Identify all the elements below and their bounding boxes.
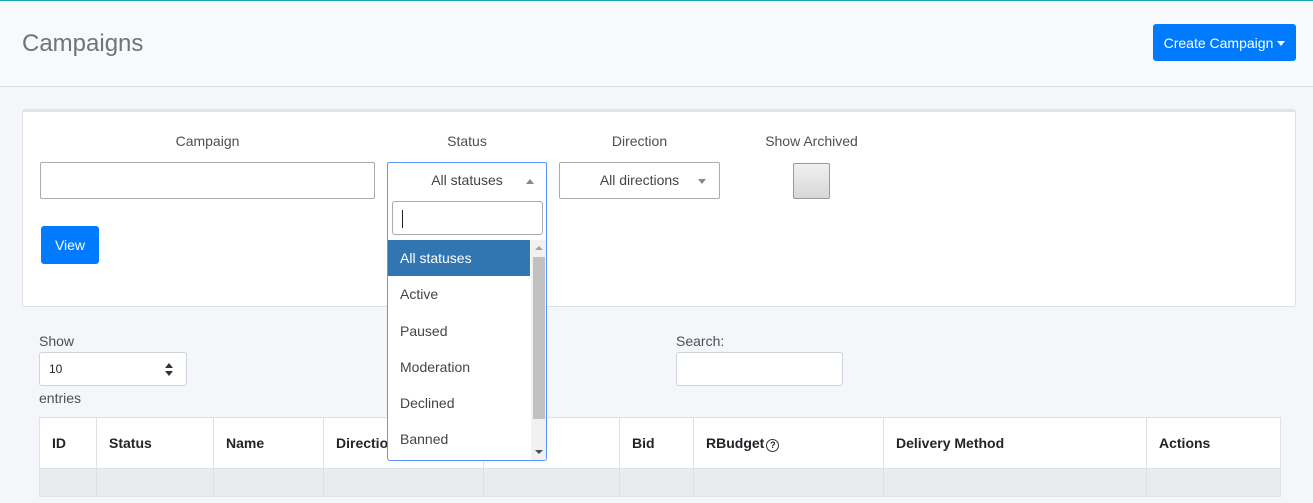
entries-value: 10 [49, 362, 63, 376]
page-header: Campaigns Create Campaign [0, 1, 1313, 87]
show-archived-label: Show Archived [765, 133, 858, 149]
search-label: Search: [676, 333, 725, 349]
create-campaign-button[interactable]: Create Campaign [1153, 24, 1296, 61]
show-archived-checkbox[interactable] [793, 163, 830, 199]
table-cell [619, 468, 694, 497]
status-options-list: All statuses Active Paused Moderation De… [388, 240, 530, 458]
table-cell [213, 468, 324, 497]
direction-selected-value: All directions [599, 172, 680, 188]
create-campaign-label: Create Campaign [1163, 34, 1274, 51]
table-cell [1146, 468, 1281, 497]
status-dropdown: All statuses Active Paused Moderation De… [387, 197, 547, 461]
direction-select[interactable]: All directions [559, 162, 720, 199]
table-row [39, 468, 1281, 497]
status-option[interactable]: Banned [388, 421, 530, 457]
select-arrows-icon [164, 363, 174, 377]
column-header-status[interactable]: Status [96, 417, 214, 469]
table-cell [39, 468, 97, 497]
column-header-id[interactable]: ID [39, 417, 97, 469]
entries-length-select[interactable]: 10 [39, 352, 187, 386]
filter-panel: Campaign Status All statuses Direction A… [22, 109, 1296, 307]
text-cursor [402, 210, 403, 228]
direction-label: Direction [611, 133, 668, 149]
column-header-actions[interactable]: Actions [1146, 417, 1281, 469]
table-cell [483, 468, 620, 497]
status-option[interactable]: Active [388, 276, 530, 312]
entries-label: entries [39, 390, 82, 406]
status-selected-value: All statuses [431, 172, 503, 188]
table-search-input[interactable] [676, 352, 843, 386]
scrollbar-thumb[interactable] [533, 257, 545, 419]
view-button[interactable]: View [41, 226, 99, 264]
table-header-row: ID Status Name Directio Bid RBudget? Del… [39, 417, 1281, 469]
column-header-rbudget[interactable]: RBudget? [693, 417, 884, 469]
chevron-up-icon [526, 179, 534, 184]
campaigns-table: ID Status Name Directio Bid RBudget? Del… [39, 417, 1281, 497]
status-option[interactable]: Moderation [388, 349, 530, 385]
scroll-down-arrow-icon[interactable] [535, 450, 543, 454]
caret-down-icon [1277, 40, 1286, 46]
table-cell [693, 468, 884, 497]
chevron-down-icon [698, 179, 706, 184]
column-header-bid[interactable]: Bid [619, 417, 694, 469]
dropdown-scrollbar[interactable] [531, 240, 546, 460]
column-header-delivery-method[interactable]: Delivery Method [883, 417, 1147, 469]
status-option[interactable]: Paused [388, 313, 530, 349]
campaign-input[interactable] [40, 162, 375, 199]
status-select[interactable]: All statuses [387, 162, 547, 199]
status-label: Status [447, 133, 487, 149]
table-cell [883, 468, 1147, 497]
page-title: Campaigns [22, 30, 144, 57]
scroll-up-arrow-icon[interactable] [535, 246, 543, 250]
status-option[interactable]: Declined [388, 385, 530, 421]
table-cell [323, 468, 484, 497]
campaign-label: Campaign [175, 133, 240, 149]
column-header-name[interactable]: Name [213, 417, 324, 469]
status-dropdown-search-input[interactable] [392, 201, 543, 235]
rbudget-label: RBudget [706, 434, 765, 451]
show-label: Show [39, 333, 75, 349]
table-cell [96, 468, 214, 497]
status-option[interactable]: All statuses [388, 240, 530, 277]
question-circle-icon[interactable]: ? [766, 438, 780, 452]
